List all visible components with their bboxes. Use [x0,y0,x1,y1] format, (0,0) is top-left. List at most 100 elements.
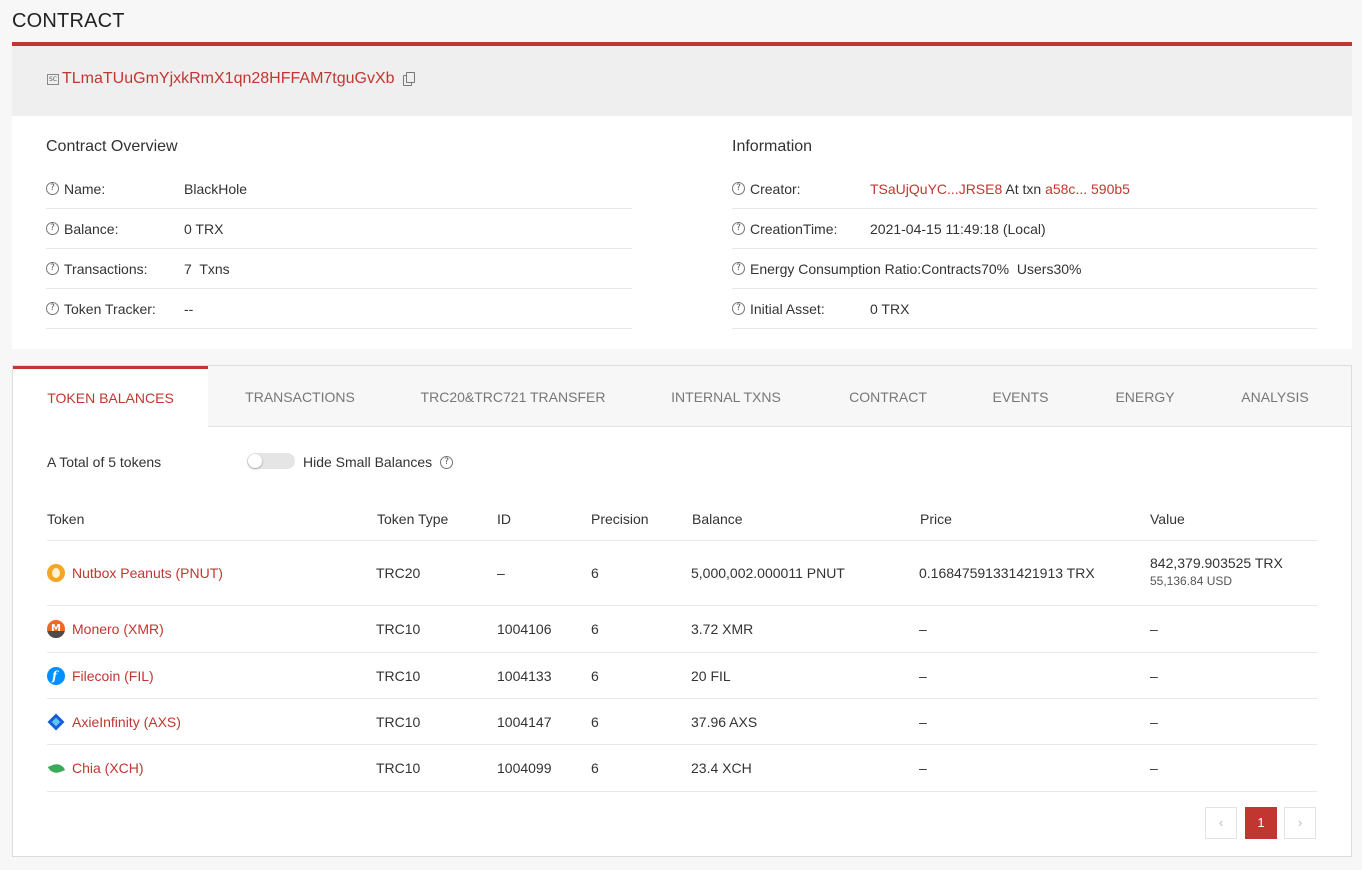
token-value: – [1150,760,1158,776]
help-icon[interactable]: ? [440,455,454,469]
tab-internal-txns[interactable]: INTERNAL TXNS [661,366,791,427]
help-icon[interactable]: ? [732,302,745,315]
overview-row-balance: ? Balance: 0 TRX [46,209,632,249]
overview-panel: Contract Overview ? Name: BlackHole ? Bala… [12,116,1352,349]
balance-value: 0 TRX [184,220,224,237]
overview-row-token-tracker: ? Token Tracker: -- [46,289,632,329]
name-value: BlackHole [184,180,248,197]
token-type: TRC10 [376,621,421,637]
help-icon[interactable]: ? [732,222,745,235]
contract-overview-heading: Contract Overview [46,138,178,155]
balance-label: Balance: [64,220,119,237]
tab-bar: TOKEN BALANCES TRANSACTIONS TRC20&TRC721… [13,366,1351,427]
hide-small-balances-toggle[interactable] [247,453,295,469]
token-precision: 6 [591,668,599,684]
col-precision: Precision [591,511,649,527]
token-value: – [1150,714,1158,730]
tab-transactions[interactable]: TRANSACTIONS [231,366,369,427]
token-type: TRC10 [376,760,421,776]
creation-time-value: 2021-04-15 11:49:18 (Local) [870,220,1046,237]
initial-asset-value: 0 TRX [870,300,910,317]
token-value: – [1150,668,1158,684]
token-link[interactable]: Chia (XCH) [72,760,144,776]
table-row: f Filecoin (FIL) TRC10 1004133 6 20 FIL … [47,653,1317,699]
token-price: 0.16847591331421913 TRX [919,565,1095,581]
token-balance: 20 FIL [691,668,731,684]
token-id: 1004106 [497,621,552,637]
token-id: 1004133 [497,668,552,684]
help-icon[interactable]: ? [46,262,59,275]
token-tracker-value: -- [184,300,194,317]
token-type: TRC10 [376,714,421,730]
token-link[interactable]: AxieInfinity (AXS) [72,714,181,730]
peanut-icon [47,564,65,582]
help-icon[interactable]: ? [46,182,59,195]
page-1-button[interactable]: 1 [1245,807,1277,839]
contract-address-bar: SC TLmaTUuGmYjxkRmX1qn28HFFAM7tguGvXb [12,42,1352,116]
token-type: TRC20 [376,565,421,581]
col-token-type: Token Type [377,511,449,527]
help-icon[interactable]: ? [732,182,745,195]
info-row-creator: ? Creator: TSaUjQuYC...JRSE8 At txn a58c.… [732,169,1317,209]
token-price: – [919,760,927,776]
col-value: Value [1150,511,1185,527]
token-id: – [497,565,505,581]
overview-row-transactions: ? Transactions: 7 Txns [46,249,632,289]
token-type: TRC10 [376,668,421,684]
token-precision: 6 [591,760,599,776]
axie-icon [47,713,65,731]
token-id: 1004099 [497,760,552,776]
creator-address-link[interactable]: TSaUjQuYC...JRSE8 [870,181,1002,197]
token-balance: 3.72 XMR [691,621,754,637]
help-icon[interactable]: ? [46,222,59,235]
token-link[interactable]: Monero (XMR) [72,621,164,637]
info-row-initial-asset: ? Initial Asset: 0 TRX [732,289,1317,329]
token-balance: 23.4 XCH [691,760,752,776]
col-price: Price [920,511,952,527]
table-row: Nutbox Peanuts (PNUT) TRC20 – 6 5,000,00… [47,541,1317,606]
tab-trc20-trc721-transfer[interactable]: TRC20&TRC721 TRANSFER [408,366,618,427]
smart-contract-icon: SC [47,73,59,85]
table-row: M Monero (XMR) TRC10 1004106 6 3.72 XMR … [47,606,1317,653]
transactions-value[interactable]: 7 Txns [184,261,230,277]
token-link[interactable]: Nutbox Peanuts (PNUT) [72,565,223,581]
help-icon[interactable]: ? [732,262,745,275]
token-value-usd: 55,136.84 USD [1150,574,1233,588]
prev-page-button[interactable]: ‹ [1205,807,1237,839]
at-txn-text: At txn [1005,180,1042,197]
token-price: – [919,621,927,637]
creator-txn-link[interactable]: a58c... 590b5 [1045,181,1130,197]
table-row: Chia (XCH) TRC10 1004099 6 23.4 XCH – – [47,745,1317,792]
energy-label: Energy Consumption Ratio: [750,260,922,277]
token-value: – [1150,621,1158,637]
energy-value: Contracts70% Users30% [921,260,1082,277]
chia-icon [47,759,65,777]
initial-asset-label: Initial Asset: [750,300,825,317]
tab-energy[interactable]: ENERGY [1103,366,1187,427]
next-page-button[interactable]: › [1284,807,1316,839]
tab-contract[interactable]: CONTRACT [833,366,943,427]
contract-address-link[interactable]: TLmaTUuGmYjxkRmX1qn28HFFAM7tguGvXb [62,70,395,88]
table-row: AxieInfinity (AXS) TRC10 1004147 6 37.96… [47,699,1317,745]
name-label: Name: [64,180,106,197]
token-value: 842,379.903525 TRX [1150,555,1283,571]
creator-label: Creator: [750,180,801,197]
token-tracker-label: Token Tracker: [64,300,156,317]
token-precision: 6 [591,621,599,637]
token-link[interactable]: Filecoin (FIL) [72,668,154,684]
overview-row-name: ? Name: BlackHole [46,169,632,209]
copy-icon[interactable] [402,72,416,86]
token-total: A Total of 5 tokens [47,454,162,470]
info-row-creation-time: ? CreationTime: 2021-04-15 11:49:18 (Loca… [732,209,1317,249]
tab-analysis[interactable]: ANALYSIS [1228,366,1322,427]
table-header: Token Token Type ID Precision Balance Pr… [47,499,1317,541]
transactions-label: Transactions: [64,260,148,277]
tab-events[interactable]: EVENTS [978,366,1063,427]
hide-small-balances-label: Hide Small Balances ? [303,454,454,470]
token-precision: 6 [591,565,599,581]
page-title: CONTRACT [12,10,125,32]
info-row-energy: ? Energy Consumption Ratio: Contracts70% U… [732,249,1317,289]
help-icon[interactable]: ? [46,302,59,315]
filecoin-icon: f [47,667,65,685]
tab-token-balances[interactable]: TOKEN BALANCES [13,366,208,427]
